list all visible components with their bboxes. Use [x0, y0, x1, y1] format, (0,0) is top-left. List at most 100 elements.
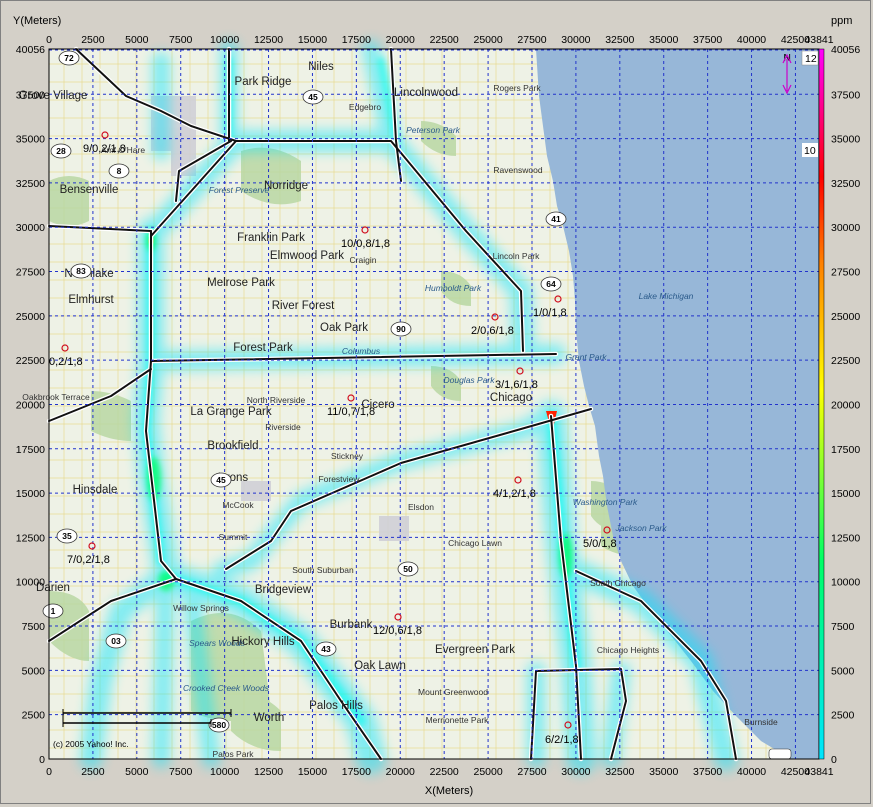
receptor-label: 6/2/1,8 [545, 734, 579, 746]
map-place-label: Rogers Park [493, 83, 541, 93]
route-shield-label: 45 [216, 475, 226, 485]
x-tick-label: 17500 [342, 766, 371, 778]
map-place-label: Niles [308, 61, 334, 73]
route-shield-label: 03 [111, 636, 121, 646]
map-place-label: Forestview [318, 474, 360, 484]
map-place-label: Bensenville [60, 184, 119, 196]
route-shield-icon: 28 [50, 143, 72, 159]
legend-tick-label: 15000 [831, 488, 860, 500]
route-shield-label: 50 [403, 564, 413, 574]
route-shield-icon: 45 [210, 472, 232, 488]
route-shield-icon: 1 [42, 603, 64, 619]
map-place-label: Chicago Heights [597, 645, 659, 655]
legend-tick-label: 30000 [831, 222, 860, 234]
map-place-label: Oak Park [320, 322, 368, 334]
x-tick-label: 27500 [517, 766, 546, 778]
map-place-label: Ravenswood [493, 165, 542, 175]
x-tick-label-top: 30000 [561, 34, 590, 46]
map-place-label: Hickory Hills [231, 636, 295, 648]
map-place-label: Oak Lawn [354, 660, 406, 672]
map-place-label: Palos Hills [309, 700, 363, 712]
x-tick-label: 22500 [430, 766, 459, 778]
receptor-label: 4/1,2/1,8 [493, 488, 536, 500]
map-place-label: Humboldt Park [425, 283, 482, 293]
y-tick-label: 27500 [16, 267, 45, 279]
map-place-label: Burnside [744, 717, 778, 727]
map-place-label: River Forest [272, 300, 335, 312]
x-tick-label-top: 20000 [386, 34, 415, 46]
receptor-label: 3/1,6/1,8 [495, 379, 538, 391]
x-axis-title: X(Meters) [425, 785, 473, 797]
map-place-label: Stickney [331, 451, 364, 461]
map-place-label: Lincoln Park [493, 251, 541, 261]
route-shield-icon: 64 [540, 276, 562, 292]
map-place-label: Melrose Park [207, 277, 275, 289]
x-end-tick-label: 43841 [804, 766, 833, 778]
y-tick-label: 15000 [16, 488, 45, 500]
legend-tick-label: 0 [831, 754, 837, 766]
legend-tick-label: 40056 [831, 44, 860, 56]
legend-tick-label: 32500 [831, 178, 860, 190]
map-place-label: Burbank [330, 619, 373, 631]
map-place-label: Bridgeview [255, 584, 312, 596]
map-place-label: Craigin [350, 255, 377, 265]
route-shield-icon: 83 [70, 263, 92, 279]
x-tick-label-top: 10000 [210, 34, 239, 46]
x-tick-label-top: 32500 [605, 34, 634, 46]
y-tick-label: 37500 [16, 89, 45, 101]
y-tick-label: 5000 [22, 665, 46, 677]
x-tick-label-top: 27500 [517, 34, 546, 46]
legend-tick-label: 25000 [831, 311, 860, 323]
receptor-label: 9/0,2/1,8 [83, 143, 126, 155]
map-place-label: South Chicago [590, 578, 646, 588]
x-tick-label: 32500 [605, 766, 634, 778]
legend-tick-label: 7500 [831, 621, 855, 633]
y-tick-label: 25000 [16, 311, 45, 323]
map-place-label: Washington Park [573, 497, 638, 507]
map-place-label: Elmhurst [68, 294, 114, 306]
y-tick-label: 30000 [16, 222, 45, 234]
y-tick-label: 0 [39, 754, 45, 766]
map-place-label: Douglas Park [443, 375, 495, 385]
receptor-label: 7/0,2/1,8 [67, 554, 110, 566]
map-badge [768, 748, 792, 760]
map-place-label: Summit [219, 532, 248, 542]
x-tick-label: 2500 [81, 766, 105, 778]
map-place-label: Elmwood Park [270, 250, 344, 262]
x-tick-label-top: 15000 [298, 34, 327, 46]
route-shield-icon: 35 [56, 528, 78, 544]
y-tick-label: 20000 [16, 399, 45, 411]
legend-tick-label: 12500 [831, 532, 860, 544]
map-place-label: Lincolnwood [394, 87, 458, 99]
legend-ticks: 4005637500350003250030000275002500022500… [831, 44, 860, 766]
map-place-label: Park Ridge [235, 76, 292, 88]
x-tick-label-top: 17500 [342, 34, 371, 46]
x-end-tick-label-top: 43841 [804, 34, 833, 46]
plot-window: Y(Meters) ppm X(Meters) Niles Park Ridge… [0, 0, 871, 804]
route-shield-icon: 45 [302, 89, 324, 105]
map-place-label: Evergreen Park [435, 644, 515, 656]
route-shield-icon: 41 [545, 211, 567, 227]
map-place-label: Worth [254, 712, 284, 724]
x-tick-label: 20000 [386, 766, 415, 778]
map-place-label: Elsdon [408, 502, 434, 512]
map-place-label: Franklin Park [237, 232, 305, 244]
map-place-label: Edgebro [349, 102, 381, 112]
receptor-label: 11/0,7/1,8 [327, 406, 375, 418]
route-shield-label: 90 [396, 324, 406, 334]
color-legend: 4005637500350003250030000275002500022500… [818, 44, 860, 766]
x-tick-label-top: 35000 [649, 34, 678, 46]
x-tick-label: 35000 [649, 766, 678, 778]
y-tick-label: 7500 [22, 621, 46, 633]
x-tick-label: 30000 [561, 766, 590, 778]
x-tick-label-top: 37500 [693, 34, 722, 46]
map-place-label: North Riverside [247, 395, 306, 405]
route-shield-icon: 580 [208, 717, 230, 733]
x-tick-label-top: 22500 [430, 34, 459, 46]
x-tick-label-top: 40000 [737, 34, 766, 46]
route-shield-label: 83 [76, 266, 86, 276]
map-place-label: Crooked Creek Woods [183, 683, 270, 693]
route-shield-label: 72 [64, 53, 74, 63]
route-shield-label: 28 [56, 146, 66, 156]
legend-tick-label: 22500 [831, 355, 860, 367]
